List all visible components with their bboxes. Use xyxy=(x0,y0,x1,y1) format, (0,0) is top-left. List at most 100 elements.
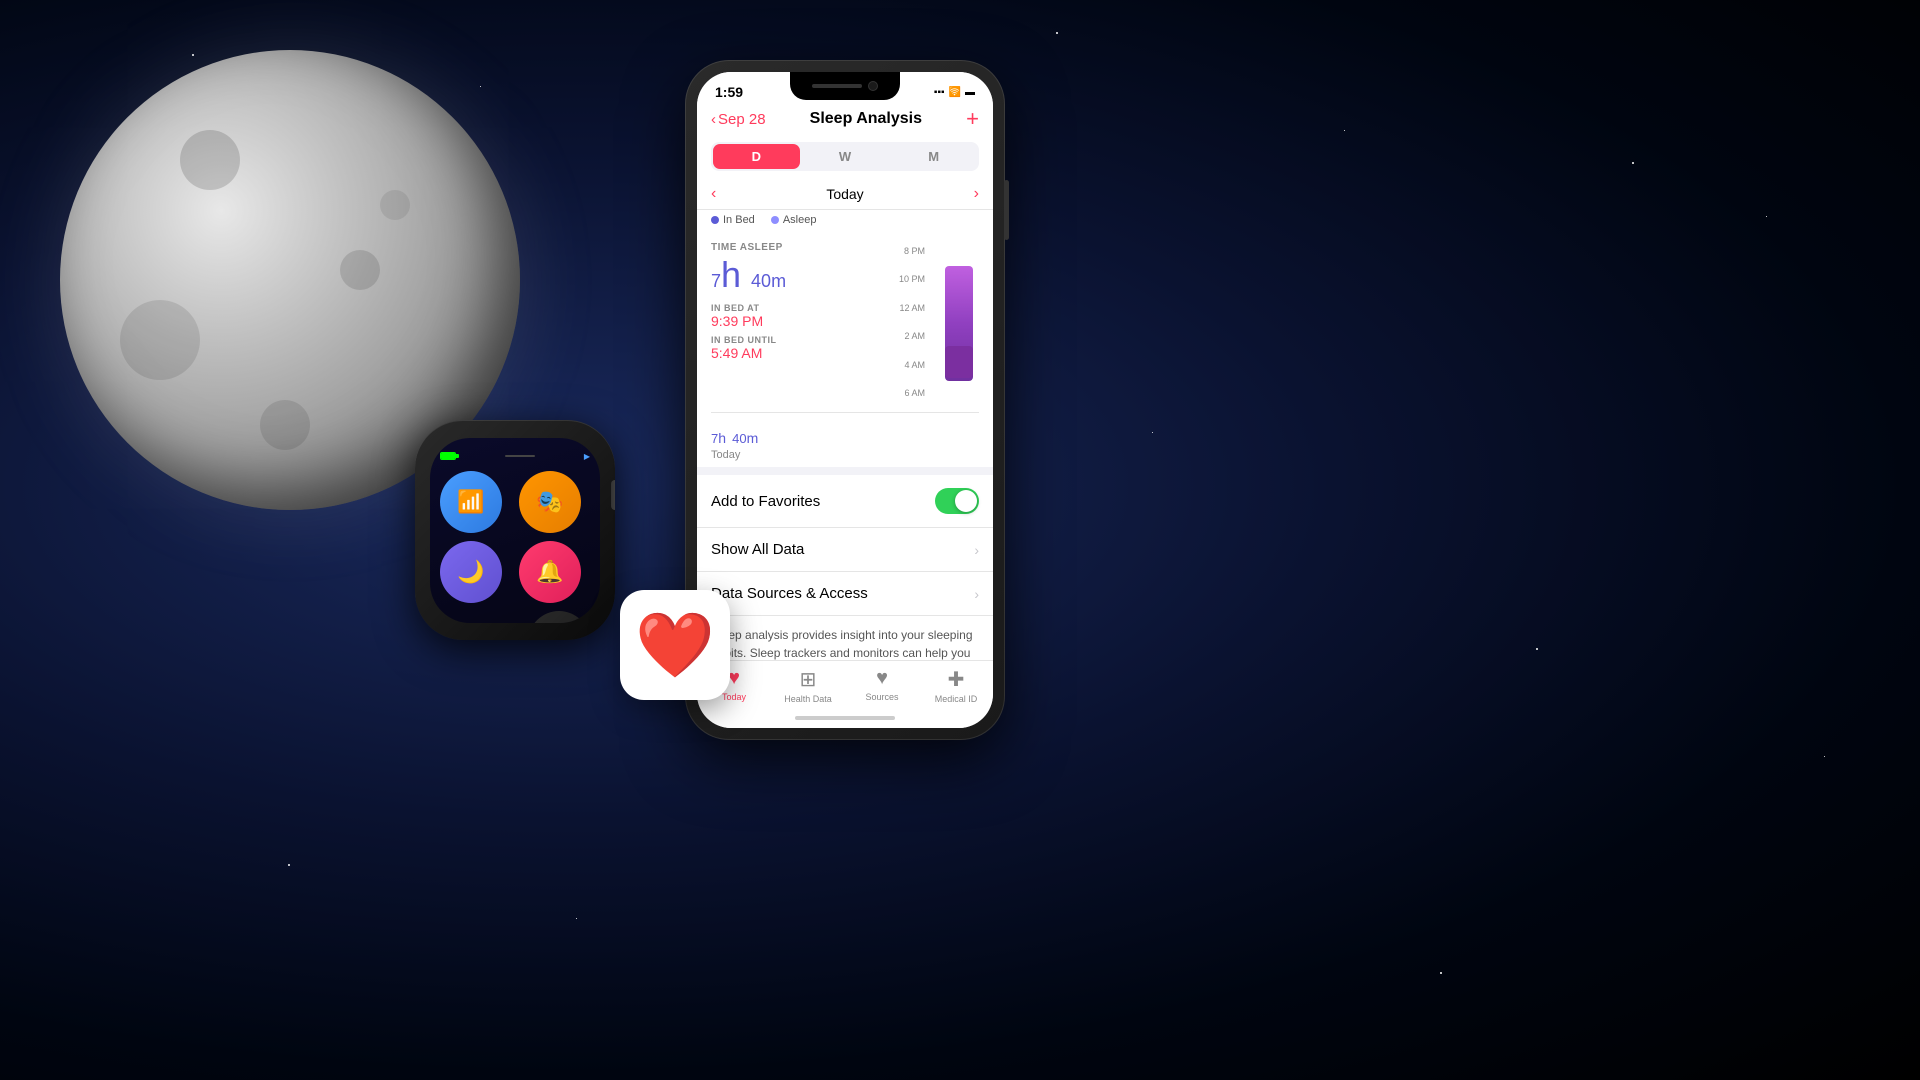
chart-label-6am: 6 AM xyxy=(899,388,925,398)
next-arrow-icon[interactable]: › xyxy=(974,185,979,203)
favorites-toggle[interactable] xyxy=(935,488,979,514)
star xyxy=(480,86,481,87)
sources-tab-label: Sources xyxy=(865,692,898,702)
wifi-status-icon: 🛜 xyxy=(949,87,961,98)
medical-id-tab-icon: ✚ xyxy=(948,667,965,692)
sleep-chart: 8 PM 10 PM 12 AM 2 AM 4 AM 6 AM xyxy=(899,242,979,402)
sleep-minutes: 40 xyxy=(751,271,771,291)
inbed-dot xyxy=(711,216,719,224)
status-time: 1:59 xyxy=(715,84,743,100)
tab-month[interactable]: M xyxy=(890,144,977,169)
tab-sources[interactable]: ♥ Sources xyxy=(845,667,919,704)
tab-week[interactable]: W xyxy=(802,144,889,169)
sources-tab-icon: ♥ xyxy=(876,667,888,690)
chart-label-2am: 2 AM xyxy=(899,331,925,341)
watch-theater-button[interactable]: 🎭 xyxy=(519,471,581,533)
tab-day[interactable]: D xyxy=(713,144,800,169)
iphone-body: 1:59 ▪▪▪ 🛜 ▬ ‹ Sep 28 Sleep Analysis + xyxy=(685,60,1005,740)
sleep-content: TIME ASLEEP 7h 40m IN BED AT 9:39 PM IN … xyxy=(697,232,993,660)
summary-label: Today xyxy=(711,449,979,461)
star xyxy=(1344,130,1345,131)
data-sources-label: Data Sources & Access xyxy=(711,585,868,602)
show-all-data-option[interactable]: Show All Data › xyxy=(697,528,993,572)
star xyxy=(1824,756,1825,757)
iphone-speaker xyxy=(812,84,862,88)
back-button[interactable]: ‹ Sep 28 xyxy=(711,111,766,128)
iphone-screen: 1:59 ▪▪▪ 🛜 ▬ ‹ Sep 28 Sleep Analysis + xyxy=(697,72,993,728)
battery-icon xyxy=(440,452,456,460)
heart-icon: ❤️ xyxy=(635,608,715,683)
star xyxy=(1056,32,1058,34)
moon-crater xyxy=(120,300,200,380)
add-to-favorites-label: Add to Favorites xyxy=(711,493,820,510)
sleep-hours: 7 xyxy=(711,271,721,291)
summary-row: 7h 40m Today xyxy=(697,413,993,467)
star xyxy=(1152,432,1153,433)
asleep-bar xyxy=(945,346,973,378)
chart-label-4am: 4 AM xyxy=(899,360,925,370)
sleep-duration: 7h 40m xyxy=(711,257,786,293)
moon-crater xyxy=(380,190,410,220)
star xyxy=(288,864,290,866)
star xyxy=(1536,648,1538,650)
sleep-details: IN BED AT 9:39 PM IN BED UNTIL 5:49 AM xyxy=(711,303,786,361)
chart-label-8pm: 8 PM xyxy=(899,246,925,256)
watch-bottom-row: 100% 🔦 xyxy=(440,611,590,623)
star xyxy=(1440,972,1442,974)
back-chevron-icon: ‹ xyxy=(711,111,716,128)
wifi-icon: 📶 xyxy=(457,489,484,515)
add-to-favorites-option[interactable]: Add to Favorites xyxy=(697,475,993,528)
iphone-side-button[interactable] xyxy=(1004,180,1009,240)
health-data-tab-icon: ⊞ xyxy=(800,667,817,692)
in-bed-at-value: 9:39 PM xyxy=(711,313,786,329)
sleep-stats: TIME ASLEEP 7h 40m IN BED AT 9:39 PM IN … xyxy=(711,242,786,402)
inbed-label: In Bed xyxy=(723,214,755,226)
health-app-icon[interactable]: ❤️ xyxy=(620,590,730,700)
data-sources-option[interactable]: Data Sources & Access › xyxy=(697,572,993,616)
watch-flashlight-button[interactable]: 🔦 xyxy=(528,611,590,623)
medical-id-tab-label: Medical ID xyxy=(935,694,978,704)
watch-status-bar: ▶ xyxy=(440,452,590,461)
iphone: 1:59 ▪▪▪ 🛜 ▬ ‹ Sep 28 Sleep Analysis + xyxy=(685,60,1005,740)
watch-screen: ▶ 📶 🎭 🌙 🔔 xyxy=(430,438,600,623)
tab-medical-id[interactable]: ✚ Medical ID xyxy=(919,667,993,704)
legend-inbed: In Bed xyxy=(711,214,755,226)
add-button[interactable]: + xyxy=(966,106,979,132)
time-asleep-label: TIME ASLEEP xyxy=(711,242,786,253)
asleep-dot xyxy=(771,216,779,224)
tab-bar: D W M xyxy=(711,142,979,171)
show-all-data-arrow-icon: › xyxy=(974,542,979,558)
asleep-label: Asleep xyxy=(783,214,817,226)
data-sources-right: › xyxy=(974,586,979,602)
health-data-tab-label: Health Data xyxy=(784,694,832,704)
theater-icon: 🎭 xyxy=(536,489,563,515)
in-bed-until-value: 5:49 AM xyxy=(711,345,786,361)
summary-minutes: 40 xyxy=(732,431,746,446)
watch-moon-button[interactable]: 🌙 xyxy=(440,541,502,603)
section-divider xyxy=(697,467,993,475)
show-all-data-right: › xyxy=(974,542,979,558)
chart-label-12am: 12 AM xyxy=(899,303,925,313)
in-bed-until-label: IN BED UNTIL xyxy=(711,335,786,345)
health-icon-image: ❤️ xyxy=(620,590,730,700)
star xyxy=(1632,162,1634,164)
star xyxy=(192,54,194,56)
date-nav: ‹ Today › xyxy=(697,179,993,210)
watch-bell-button[interactable]: 🔔 xyxy=(519,541,581,603)
tab-health-data[interactable]: ⊞ Health Data xyxy=(771,667,845,704)
bottom-tab-bar: ♥ Today ⊞ Health Data ♥ Sources ✚ Medica… xyxy=(697,660,993,708)
health-header: ‹ Sep 28 Sleep Analysis + xyxy=(697,106,993,142)
chart-time-labels: 8 PM 10 PM 12 AM 2 AM 4 AM 6 AM xyxy=(899,242,925,402)
watch-wifi-button[interactable]: 📶 xyxy=(440,471,502,533)
home-bar xyxy=(795,716,895,720)
prev-arrow-icon[interactable]: ‹ xyxy=(711,185,716,203)
iphone-notch xyxy=(790,72,900,100)
iphone-camera xyxy=(868,81,878,91)
options-list: Add to Favorites Show All Data › xyxy=(697,475,993,616)
moon-crater xyxy=(260,400,310,450)
summary-duration: 7h 40m xyxy=(711,423,979,449)
legend: In Bed Asleep xyxy=(697,210,993,232)
home-indicator xyxy=(697,708,993,728)
page-title: Sleep Analysis xyxy=(810,110,922,128)
chart-bar-area xyxy=(929,242,979,402)
